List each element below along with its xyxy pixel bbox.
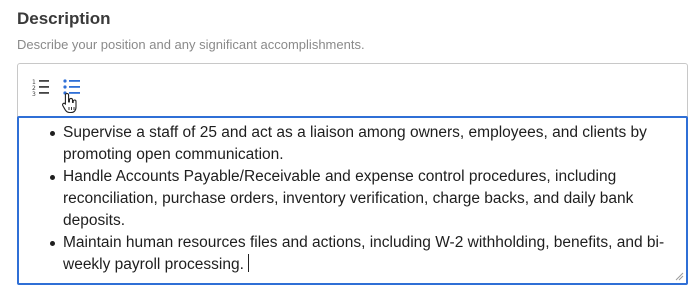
hand-pointer-icon	[62, 92, 77, 114]
bullet-dot	[50, 241, 55, 246]
rich-text-editor: 1 2 3 Supervise a staff of 25 and act as…	[17, 63, 688, 285]
resize-grip-icon[interactable]	[674, 271, 684, 281]
bullet-list: Supervise a staff of 25 and act as a lia…	[19, 122, 686, 276]
list-item: Handle Accounts Payable/Receivable and e…	[19, 166, 686, 232]
list-item-text: Handle Accounts Payable/Receivable and e…	[63, 168, 634, 229]
ordered-list-button[interactable]: 1 2 3	[30, 76, 54, 100]
editor-toolbar: 1 2 3	[18, 64, 687, 116]
bullet-dot	[50, 131, 55, 136]
field-title: Description	[17, 9, 111, 28]
svg-text:3: 3	[32, 91, 36, 98]
text-caret	[247, 254, 249, 272]
ordered-list-icon: 1 2 3	[32, 79, 49, 98]
list-item-text: Maintain human resources files and actio…	[63, 234, 665, 273]
list-item: Supervise a staff of 25 and act as a lia…	[19, 122, 686, 166]
list-item: Maintain human resources files and actio…	[19, 232, 686, 276]
field-hint: Describe your position and any significa…	[17, 37, 365, 52]
editor-content-area[interactable]: Supervise a staff of 25 and act as a lia…	[17, 116, 688, 285]
list-item-text: Supervise a staff of 25 and act as a lia…	[63, 124, 647, 163]
bullet-dot	[50, 175, 55, 180]
